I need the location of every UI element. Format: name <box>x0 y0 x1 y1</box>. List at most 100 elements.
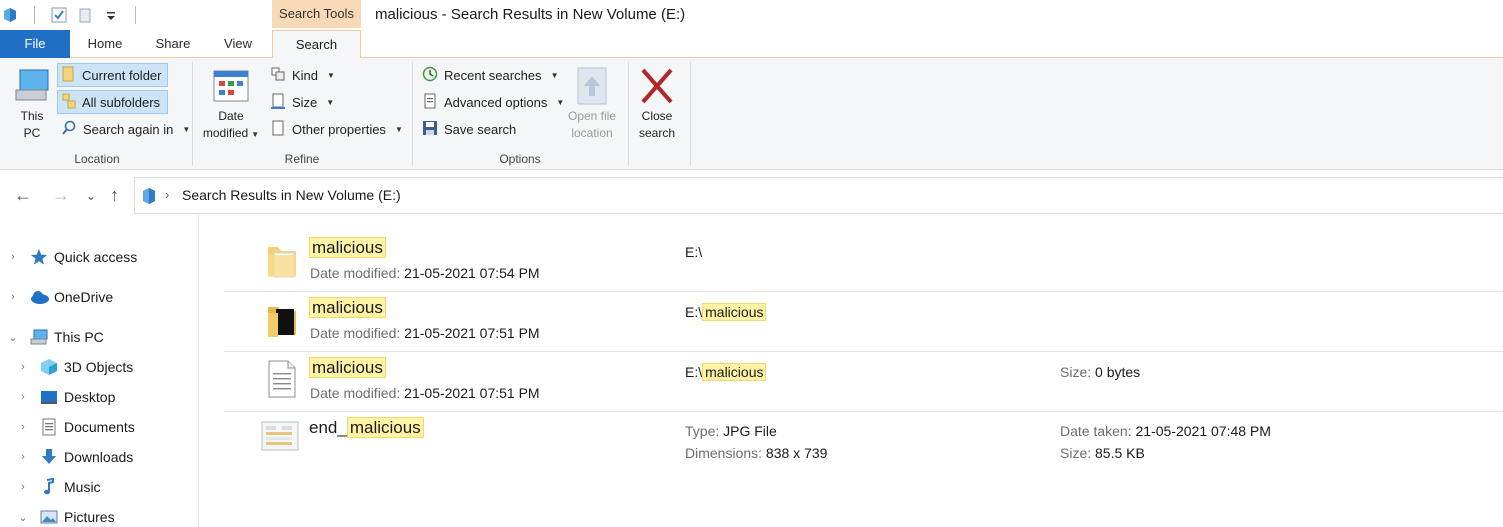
tab-file[interactable]: File <box>0 30 70 58</box>
sidebar-item-pictures[interactable]: ⌄ Pictures <box>16 504 114 527</box>
open-location-icon <box>572 66 612 106</box>
save-icon <box>422 120 438 139</box>
size-button[interactable]: Size ▼ <box>266 90 338 114</box>
file-name: malicious <box>309 297 386 318</box>
text-file-icon <box>264 359 300 399</box>
recent-locations-icon[interactable]: ⌄ <box>86 189 96 203</box>
chevron-down-icon: ▼ <box>550 70 559 80</box>
breadcrumb[interactable]: Search Results in New Volume (E:) <box>182 187 401 203</box>
sidebar-item-this-pc[interactable]: ⌄ This PC <box>6 324 103 350</box>
chevron-down-icon: ▼ <box>251 130 260 139</box>
file-type: Type: JPG File <box>685 423 777 439</box>
group-divider <box>412 62 413 166</box>
sidebar-item-3d-objects[interactable]: › 3D Objects <box>16 354 133 380</box>
chevron-right-icon[interactable]: › <box>16 391 30 403</box>
other-properties-button[interactable]: Other properties ▼ <box>266 117 407 141</box>
file-name: malicious <box>309 357 386 378</box>
breadcrumb-chevron-icon[interactable]: › <box>165 187 169 202</box>
recent-searches-button[interactable]: Recent searches ▼ <box>418 63 562 87</box>
this-pc-button[interactable]: This PC <box>10 66 54 142</box>
chevron-down-icon[interactable]: ⌄ <box>6 331 20 344</box>
sidebar-item-desktop[interactable]: › Desktop <box>16 384 115 410</box>
chevron-down-icon: ▼ <box>327 70 335 80</box>
kind-button[interactable]: Kind ▼ <box>266 63 339 87</box>
window-title: malicious - Search Results in New Volume… <box>375 6 686 23</box>
properties-icon[interactable] <box>51 7 67 23</box>
sidebar-item-music[interactable]: › Music <box>16 474 101 500</box>
sidebar-item-quick-access[interactable]: › Quick access <box>6 244 137 270</box>
search-again-in-button[interactable]: Search again in ▼ <box>57 117 194 141</box>
chevron-right-icon[interactable]: › <box>16 481 30 493</box>
chevron-right-icon[interactable]: › <box>6 291 20 303</box>
navigation-row: ← → ⌄ ↑ › Search Results in New Volume (… <box>0 177 1503 215</box>
music-note-icon <box>40 477 58 496</box>
address-bar[interactable]: › Search Results in New Volume (E:) <box>134 177 1503 214</box>
current-folder-button[interactable]: Current folder <box>57 63 168 87</box>
list-item[interactable]: end_ malicious Type: JPG File Dimensions:… <box>224 412 1503 472</box>
new-folder-icon[interactable] <box>77 7 93 23</box>
toolbar-separator <box>34 6 35 24</box>
list-item[interactable]: malicious Date modified: 21-05-2021 07:5… <box>224 292 1503 352</box>
chevron-right-icon[interactable]: › <box>6 251 20 263</box>
star-icon <box>30 248 48 266</box>
customize-qat-icon[interactable] <box>103 7 119 23</box>
file-size: Size: 85.5 KB <box>1060 445 1145 461</box>
close-search-button[interactable]: Close search <box>632 66 682 142</box>
properties-doc-icon <box>270 120 286 139</box>
kind-icon <box>270 66 286 85</box>
advanced-options-icon <box>422 93 438 112</box>
chevron-down-icon: ▼ <box>182 124 191 134</box>
close-icon <box>637 66 677 106</box>
date-modified: Date modified: 21-05-2021 07:51 PM <box>310 385 540 401</box>
advanced-options-button[interactable]: Advanced options ▼ <box>418 90 568 114</box>
chevron-down-icon[interactable]: ⌄ <box>16 511 30 524</box>
folder-icon <box>264 239 300 279</box>
chevron-right-icon[interactable]: › <box>16 451 30 463</box>
sidebar-item-documents[interactable]: › Documents <box>16 414 135 440</box>
desktop-icon <box>40 388 58 406</box>
save-search-button[interactable]: Save search <box>418 117 520 141</box>
refine-group-label: Refine <box>284 152 320 166</box>
date-modified: Date modified: 21-05-2021 07:51 PM <box>310 325 540 341</box>
tab-share[interactable]: Share <box>148 30 198 58</box>
sidebar-item-onedrive[interactable]: › OneDrive <box>6 284 113 310</box>
file-path: E:\ malicious <box>685 363 767 381</box>
location-group-label: Location <box>74 152 120 166</box>
list-item[interactable]: malicious Date modified: 21-05-2021 07:5… <box>224 232 1503 292</box>
search-results-list: malicious Date modified: 21-05-2021 07:5… <box>224 232 1503 527</box>
sidebar-item-downloads[interactable]: › Downloads <box>16 444 133 470</box>
tab-home[interactable]: Home <box>78 30 132 58</box>
tab-search[interactable]: Search <box>272 30 361 59</box>
open-file-location-button[interactable]: Open file location <box>562 66 622 142</box>
search-tools-contextual-tab: Search Tools <box>272 0 361 28</box>
ribbon: This PC Current folder All subfolders Se… <box>0 58 1503 170</box>
list-item[interactable]: malicious Date modified: 21-05-2021 07:5… <box>224 352 1503 412</box>
recent-searches-icon <box>422 66 438 85</box>
download-icon <box>40 448 58 466</box>
chevron-right-icon[interactable]: › <box>16 361 30 373</box>
cloud-icon <box>30 288 49 306</box>
computer-icon <box>12 66 52 106</box>
date-taken: Date taken: 21-05-2021 07:48 PM <box>1060 423 1271 439</box>
date-modified: Date modified: 21-05-2021 07:54 PM <box>310 265 540 281</box>
group-divider <box>192 62 193 166</box>
date-modified-button[interactable]: Date modified ▼ <box>198 66 264 143</box>
group-divider <box>628 62 629 166</box>
image-file-icon <box>260 418 300 454</box>
tab-view[interactable]: View <box>215 30 261 58</box>
up-arrow-icon[interactable]: ↑ <box>110 185 119 206</box>
forward-arrow-icon[interactable]: → <box>52 185 70 206</box>
pictures-icon <box>40 508 58 526</box>
file-name: end_ malicious <box>309 417 424 438</box>
all-subfolders-button[interactable]: All subfolders <box>57 90 168 114</box>
chevron-right-icon[interactable]: › <box>16 421 30 433</box>
toolbar-separator <box>135 6 136 24</box>
computer-icon <box>30 328 48 346</box>
options-group-label: Options <box>499 152 541 166</box>
chevron-down-icon: ▼ <box>326 97 335 107</box>
chevron-down-icon: ▼ <box>394 124 403 134</box>
quick-access-toolbar <box>2 6 142 24</box>
subfolders-icon <box>62 93 76 112</box>
back-arrow-icon[interactable]: ← <box>14 185 32 206</box>
explorer-icon <box>2 7 18 23</box>
